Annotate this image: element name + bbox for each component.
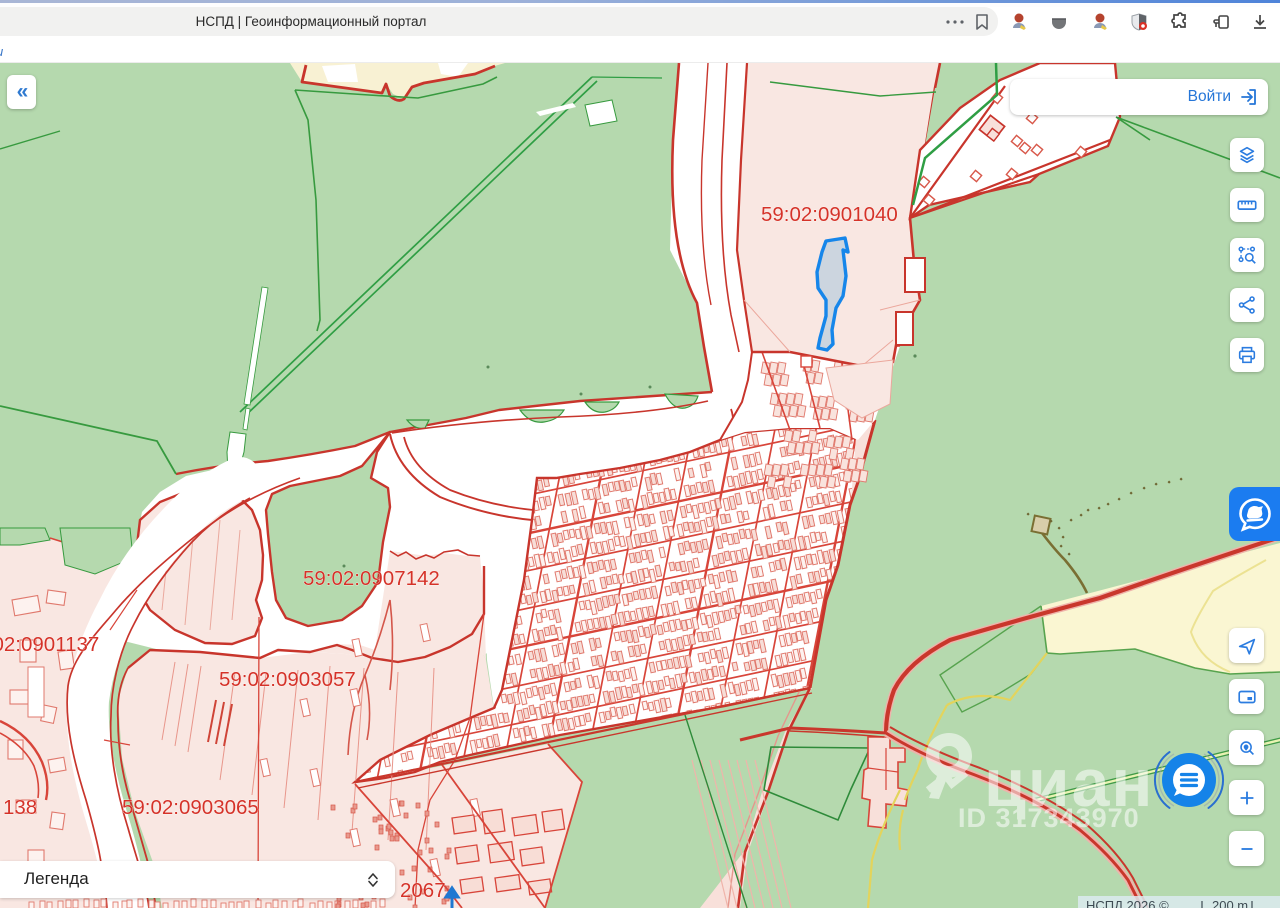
svg-text:138: 138: [3, 796, 37, 819]
svg-text:59:02:0907142: 59:02:0907142: [303, 567, 440, 590]
svg-text:НСПД 2026 ©: НСПД 2026 ©: [1086, 898, 1169, 908]
svg-text:200 m: 200 m: [1212, 898, 1248, 908]
svg-text:59:02:0903065: 59:02:0903065: [122, 796, 259, 819]
svg-text:ID 317343970: ID 317343970: [958, 803, 1140, 833]
svg-text:59:02:0903057: 59:02:0903057: [219, 668, 356, 691]
svg-text:2067: 2067: [400, 879, 446, 902]
svg-text:59:02:0901137: 59:02:0901137: [0, 633, 99, 656]
svg-text:59:02:0901040: 59:02:0901040: [761, 203, 898, 226]
